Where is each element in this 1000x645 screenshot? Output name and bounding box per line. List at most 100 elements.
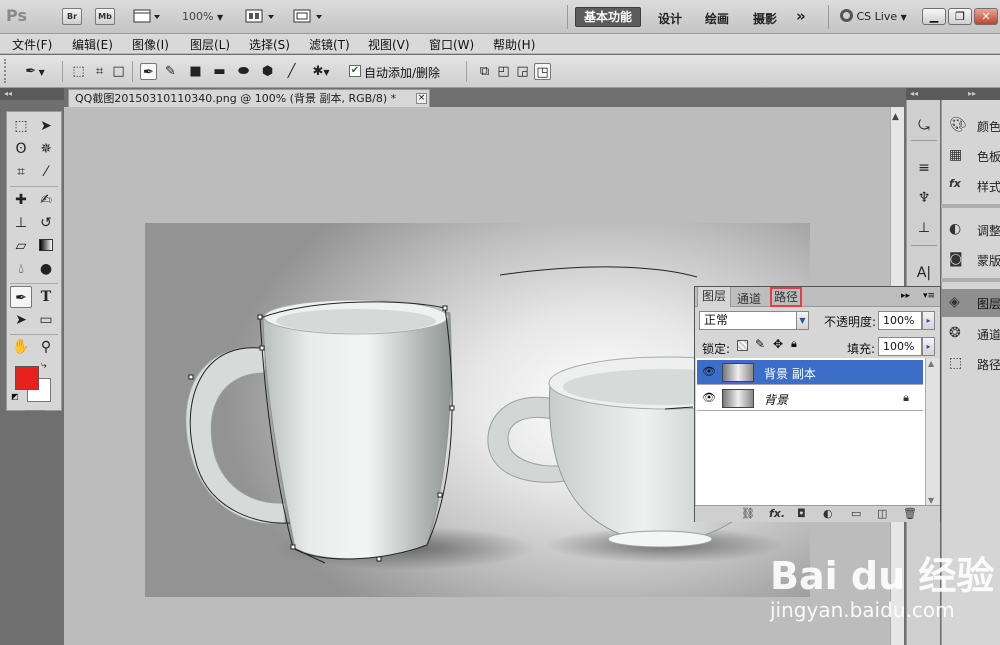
workspace-essentials-button[interactable]: 基本功能 xyxy=(575,7,641,27)
path-intersect-button[interactable]: ◲ xyxy=(514,63,531,80)
adjustment-layer-icon[interactable]: ◐ xyxy=(823,507,833,520)
tools-panel-collapse-strip[interactable]: ◂◂ xyxy=(0,88,64,100)
quick-mask-button[interactable] xyxy=(25,410,45,411)
layer-row[interactable]: 👁︎ 背景 🔒︎ xyxy=(697,386,923,411)
healing-brush-tool[interactable]: ✚ xyxy=(10,189,32,211)
opacity-input[interactable]: 100% xyxy=(878,311,922,330)
clone-stamp-tool[interactable]: ⊥ xyxy=(10,212,32,234)
menu-image[interactable]: 图像(I) xyxy=(132,36,169,53)
lock-all-button[interactable]: 🔒︎ xyxy=(791,337,797,351)
dock-item-channels[interactable]: ❂ 通道 xyxy=(941,320,1000,348)
path-exclude-button[interactable]: ◳ xyxy=(534,63,551,80)
screen-mode-button[interactable] xyxy=(292,8,326,25)
document-tab[interactable]: QQ截图20150310110340.png @ 100% (背景 副本, RG… xyxy=(68,89,430,107)
more-workspaces-button[interactable]: » xyxy=(796,7,806,25)
paths-mode-button[interactable]: ⌗ xyxy=(91,63,108,80)
fill-input[interactable]: 100% xyxy=(878,337,922,356)
link-layers-icon[interactable]: ⛓︎ xyxy=(741,507,755,520)
eraser-tool[interactable]: ▱ xyxy=(10,235,32,257)
zoom-level-select[interactable]: 100% ▼ xyxy=(182,10,223,23)
pen-tool-button[interactable]: ✒ xyxy=(140,63,157,80)
eye-icon[interactable]: 👁︎ xyxy=(701,365,717,379)
menu-window[interactable]: 窗口(W) xyxy=(429,36,474,53)
tab-layers[interactable]: 图层 xyxy=(697,287,732,307)
lasso-tool[interactable]: ʘ xyxy=(10,138,32,160)
add-mask-icon[interactable]: ◘ xyxy=(797,507,806,520)
menu-help[interactable]: 帮助(H) xyxy=(493,36,535,53)
marquee-tool[interactable]: ⬚ xyxy=(10,115,32,137)
dock-item-color[interactable]: 🎨︎ 颜色 xyxy=(941,112,1000,140)
dock-item-styles[interactable]: fx 样式 xyxy=(941,172,1000,200)
new-group-icon[interactable]: ▭ xyxy=(851,507,861,520)
scroll-up-arrow-icon[interactable]: ▲ xyxy=(928,359,934,368)
path-selection-tool[interactable]: ➤ xyxy=(10,309,32,331)
crop-tool[interactable]: ⌗ xyxy=(10,161,32,183)
path-subtract-button[interactable]: ◰ xyxy=(495,63,512,80)
line-shape-button[interactable]: ╱ xyxy=(283,63,300,80)
fill-slider-button[interactable]: ▸ xyxy=(922,337,935,356)
lock-position-button[interactable]: ✥ xyxy=(773,337,783,351)
dock-item-swatches[interactable]: ▦ 色板 xyxy=(941,142,1000,170)
dock-collapse-strip[interactable]: ◂◂ ▸▸ xyxy=(906,88,1000,100)
hand-tool[interactable]: ✋ xyxy=(10,336,32,358)
dock-item-masks[interactable]: ◙ 蒙版 xyxy=(941,246,1000,274)
ellipse-shape-button[interactable]: ⬬ xyxy=(235,63,252,80)
menu-view[interactable]: 视图(V) xyxy=(368,36,410,53)
rounded-rectangle-button[interactable]: ▬ xyxy=(211,63,228,80)
move-tool[interactable]: ➤ xyxy=(35,115,57,137)
cs-live-button[interactable]: CS Live ▼ xyxy=(840,9,907,23)
layer-row[interactable]: 👁︎ 背景 副本 xyxy=(697,360,923,385)
character-panel-button[interactable]: A| xyxy=(913,262,935,284)
tab-paths[interactable]: 路径 xyxy=(770,287,803,307)
menu-select[interactable]: 选择(S) xyxy=(249,36,290,53)
lock-pixels-button[interactable]: ✎ xyxy=(755,337,765,351)
dodge-tool[interactable]: ● xyxy=(35,258,57,280)
scroll-down-arrow-icon[interactable]: ▼ xyxy=(928,496,934,505)
dock-item-paths[interactable]: ⬚ 路径 xyxy=(941,350,1000,378)
dock-item-layers[interactable]: ◈ 图层 xyxy=(941,289,1000,317)
workspace-painting-button[interactable]: 绘画 xyxy=(705,10,729,27)
polygon-shape-button[interactable]: ⬢ xyxy=(259,63,276,80)
panel-menu-button[interactable]: ▾≡ xyxy=(923,291,935,301)
close-document-button[interactable]: × xyxy=(416,93,427,104)
close-window-button[interactable]: ✕ xyxy=(974,8,998,25)
eye-icon[interactable]: 👁︎ xyxy=(701,391,717,405)
auto-add-delete-checkbox[interactable]: ✔ xyxy=(349,65,361,77)
brush-presets-button[interactable]: ≡ xyxy=(913,157,935,179)
mini-bridge-button[interactable]: Mb xyxy=(95,8,115,25)
foreground-color-swatch[interactable] xyxy=(15,366,39,390)
opacity-slider-button[interactable]: ▸ xyxy=(922,311,935,330)
gradient-tool[interactable] xyxy=(35,235,57,257)
trash-icon[interactable]: 🗑︎ xyxy=(903,507,917,520)
minimize-button[interactable]: ▁ xyxy=(922,8,946,25)
rectangle-tool[interactable]: ▭ xyxy=(35,309,57,331)
type-tool[interactable]: T xyxy=(35,286,57,308)
default-colors-button[interactable]: ◩ xyxy=(11,392,19,401)
freeform-pen-button[interactable]: ✎ xyxy=(162,63,179,80)
new-layer-icon[interactable]: ◫ xyxy=(877,507,887,520)
lock-transparency-button[interactable] xyxy=(737,340,748,351)
arrange-documents-button[interactable] xyxy=(244,8,278,25)
blur-tool[interactable]: 💧︎ xyxy=(10,258,32,280)
brush-tool[interactable]: ✍ xyxy=(35,189,57,211)
workspace-photography-button[interactable]: 摄影 xyxy=(753,10,777,27)
tool-preset-picker[interactable]: ✒ ▼ xyxy=(20,63,50,80)
swap-colors-button[interactable]: ⤷ xyxy=(41,360,47,371)
menu-edit[interactable]: 编辑(E) xyxy=(72,36,113,53)
path-add-button[interactable]: ⧉ xyxy=(476,63,493,80)
scroll-up-arrow-icon[interactable]: ▲ xyxy=(892,112,899,122)
bridge-button[interactable]: Br xyxy=(62,8,82,25)
menu-layer[interactable]: 图层(L) xyxy=(190,36,230,53)
eyedropper-tool[interactable]: ⁄ xyxy=(35,161,57,183)
options-grip[interactable] xyxy=(4,59,8,83)
tab-channels[interactable]: 通道 xyxy=(737,290,761,307)
tool-presets-button[interactable]: ⊥ xyxy=(913,217,935,239)
history-panel-button[interactable]: ⤿ xyxy=(913,115,935,137)
panel-collapse-button[interactable]: ▸▸ xyxy=(901,291,910,301)
blend-mode-select[interactable]: 正常 ▼ xyxy=(699,311,809,330)
clone-source-button[interactable]: ♆ xyxy=(913,187,935,209)
menu-file[interactable]: 文件(F) xyxy=(12,36,52,53)
custom-shape-button[interactable]: ✱▼ xyxy=(306,63,336,80)
layers-scrollbar[interactable]: ▲ ▼ xyxy=(925,358,939,506)
restore-button[interactable]: ❐ xyxy=(948,8,972,25)
